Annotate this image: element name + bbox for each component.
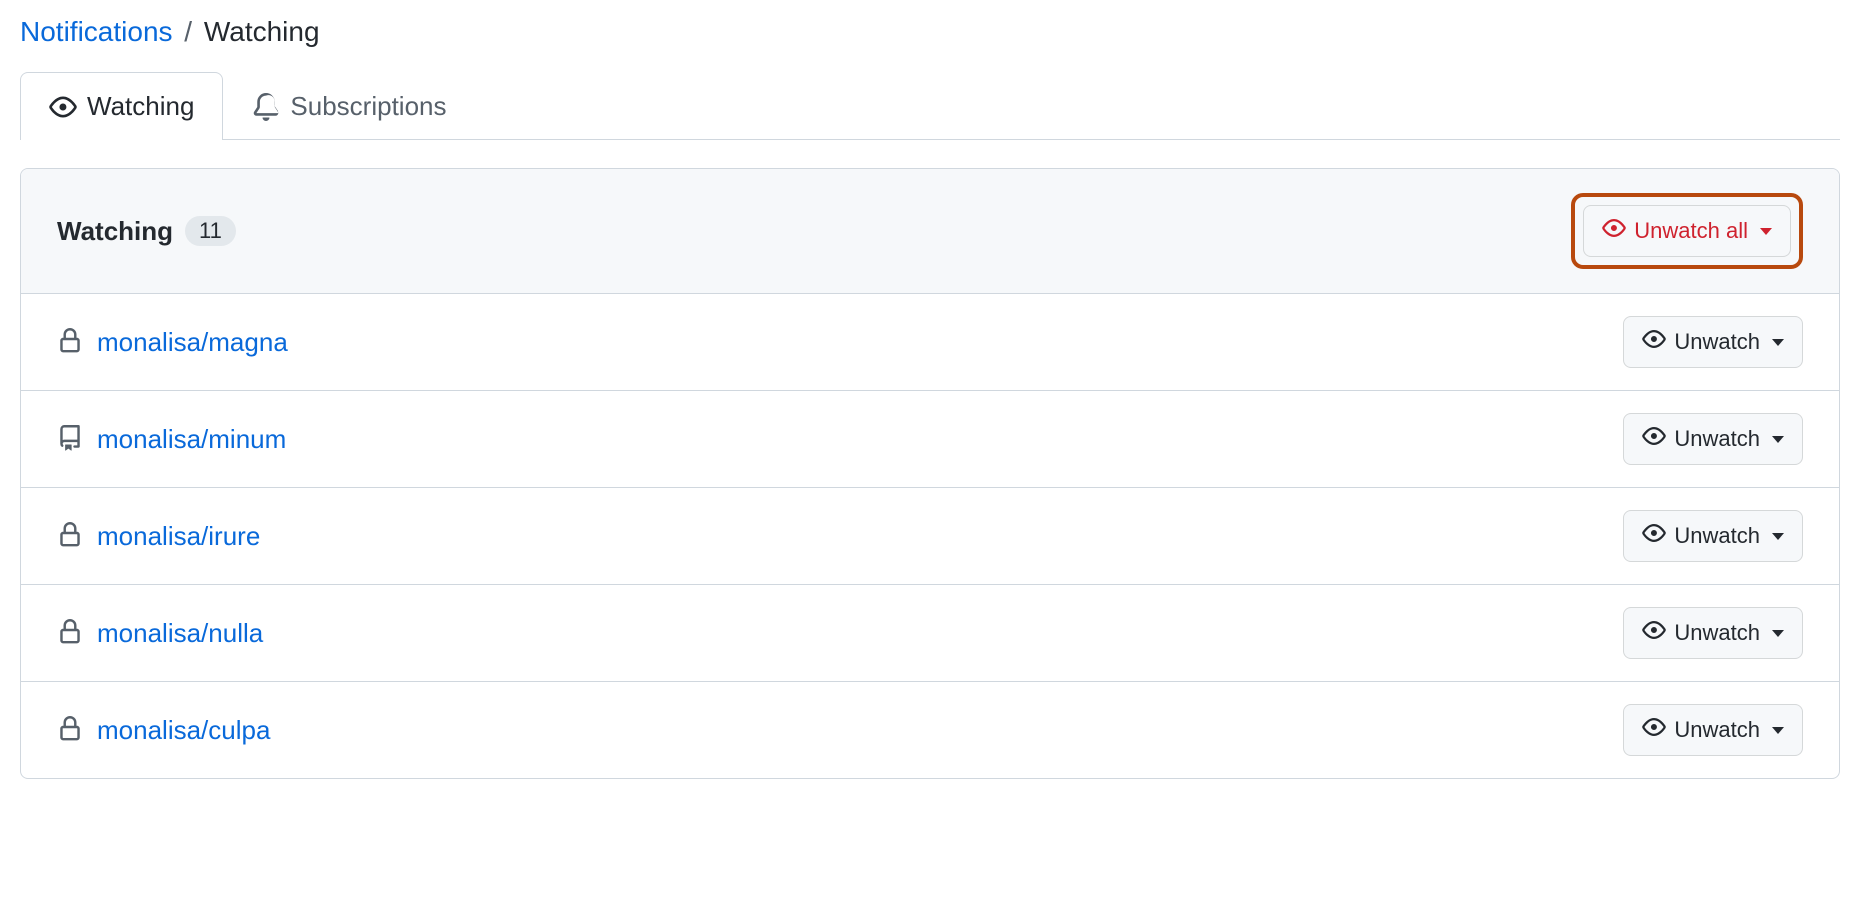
repo-row-left: monalisa/irure — [57, 521, 260, 552]
unwatch-button[interactable]: Unwatch — [1623, 607, 1803, 659]
unwatch-button[interactable]: Unwatch — [1623, 413, 1803, 465]
caret-down-icon — [1772, 533, 1784, 540]
breadcrumb-separator: / — [184, 16, 192, 47]
unwatch-button-label: Unwatch — [1674, 426, 1760, 452]
box-header: Watching 11 Unwatch all — [21, 169, 1839, 294]
caret-down-icon — [1760, 228, 1772, 235]
breadcrumb-current: Watching — [204, 16, 320, 47]
tab-subscriptions-label: Subscriptions — [290, 91, 446, 122]
repo-link[interactable]: monalisa/magna — [97, 327, 288, 358]
unwatch-button[interactable]: Unwatch — [1623, 704, 1803, 756]
repo-list: monalisa/magna Unwatch monalisa/minum Unwat… — [21, 294, 1839, 778]
tabs: Watching Subscriptions — [20, 72, 1840, 140]
breadcrumb-parent-link[interactable]: Notifications — [20, 16, 173, 47]
caret-down-icon — [1772, 339, 1784, 346]
tab-watching[interactable]: Watching — [20, 72, 223, 140]
repo-row: monalisa/minum Unwatch — [21, 391, 1839, 488]
eye-icon — [1602, 216, 1626, 246]
repo-link[interactable]: monalisa/culpa — [97, 715, 270, 746]
repo-row-left: monalisa/minum — [57, 424, 286, 455]
bell-icon — [252, 93, 280, 121]
eye-icon — [1642, 521, 1666, 551]
unwatch-all-label: Unwatch all — [1634, 218, 1748, 244]
box-title: Watching 11 — [57, 216, 236, 247]
unwatch-all-button[interactable]: Unwatch all — [1583, 205, 1791, 257]
lock-icon — [57, 522, 83, 551]
repo-link[interactable]: monalisa/irure — [97, 521, 260, 552]
unwatch-all-highlight: Unwatch all — [1571, 193, 1803, 269]
tab-subscriptions[interactable]: Subscriptions — [223, 72, 475, 140]
repo-row: monalisa/nulla Unwatch — [21, 585, 1839, 682]
repo-icon — [57, 425, 83, 454]
lock-icon — [57, 716, 83, 745]
caret-down-icon — [1772, 727, 1784, 734]
unwatch-button[interactable]: Unwatch — [1623, 510, 1803, 562]
unwatch-button-label: Unwatch — [1674, 523, 1760, 549]
repo-row-left: monalisa/culpa — [57, 715, 270, 746]
unwatch-button-label: Unwatch — [1674, 329, 1760, 355]
eye-icon — [1642, 715, 1666, 745]
repo-row: monalisa/culpa Unwatch — [21, 682, 1839, 778]
eye-icon — [1642, 424, 1666, 454]
breadcrumb: Notifications / Watching — [20, 0, 1840, 72]
unwatch-button[interactable]: Unwatch — [1623, 316, 1803, 368]
repo-row: monalisa/magna Unwatch — [21, 294, 1839, 391]
repo-row-left: monalisa/nulla — [57, 618, 263, 649]
watching-count-badge: 11 — [185, 216, 236, 246]
eye-icon — [49, 93, 77, 121]
eye-icon — [1642, 327, 1666, 357]
watching-box: Watching 11 Unwatch all monalisa/magna Un… — [20, 168, 1840, 779]
lock-icon — [57, 619, 83, 648]
lock-icon — [57, 328, 83, 357]
unwatch-button-label: Unwatch — [1674, 620, 1760, 646]
unwatch-button-label: Unwatch — [1674, 717, 1760, 743]
repo-row: monalisa/irure Unwatch — [21, 488, 1839, 585]
caret-down-icon — [1772, 436, 1784, 443]
repo-link[interactable]: monalisa/nulla — [97, 618, 263, 649]
caret-down-icon — [1772, 630, 1784, 637]
box-title-text: Watching — [57, 216, 173, 247]
repo-link[interactable]: monalisa/minum — [97, 424, 286, 455]
tab-watching-label: Watching — [87, 91, 194, 122]
eye-icon — [1642, 618, 1666, 648]
repo-row-left: monalisa/magna — [57, 327, 288, 358]
